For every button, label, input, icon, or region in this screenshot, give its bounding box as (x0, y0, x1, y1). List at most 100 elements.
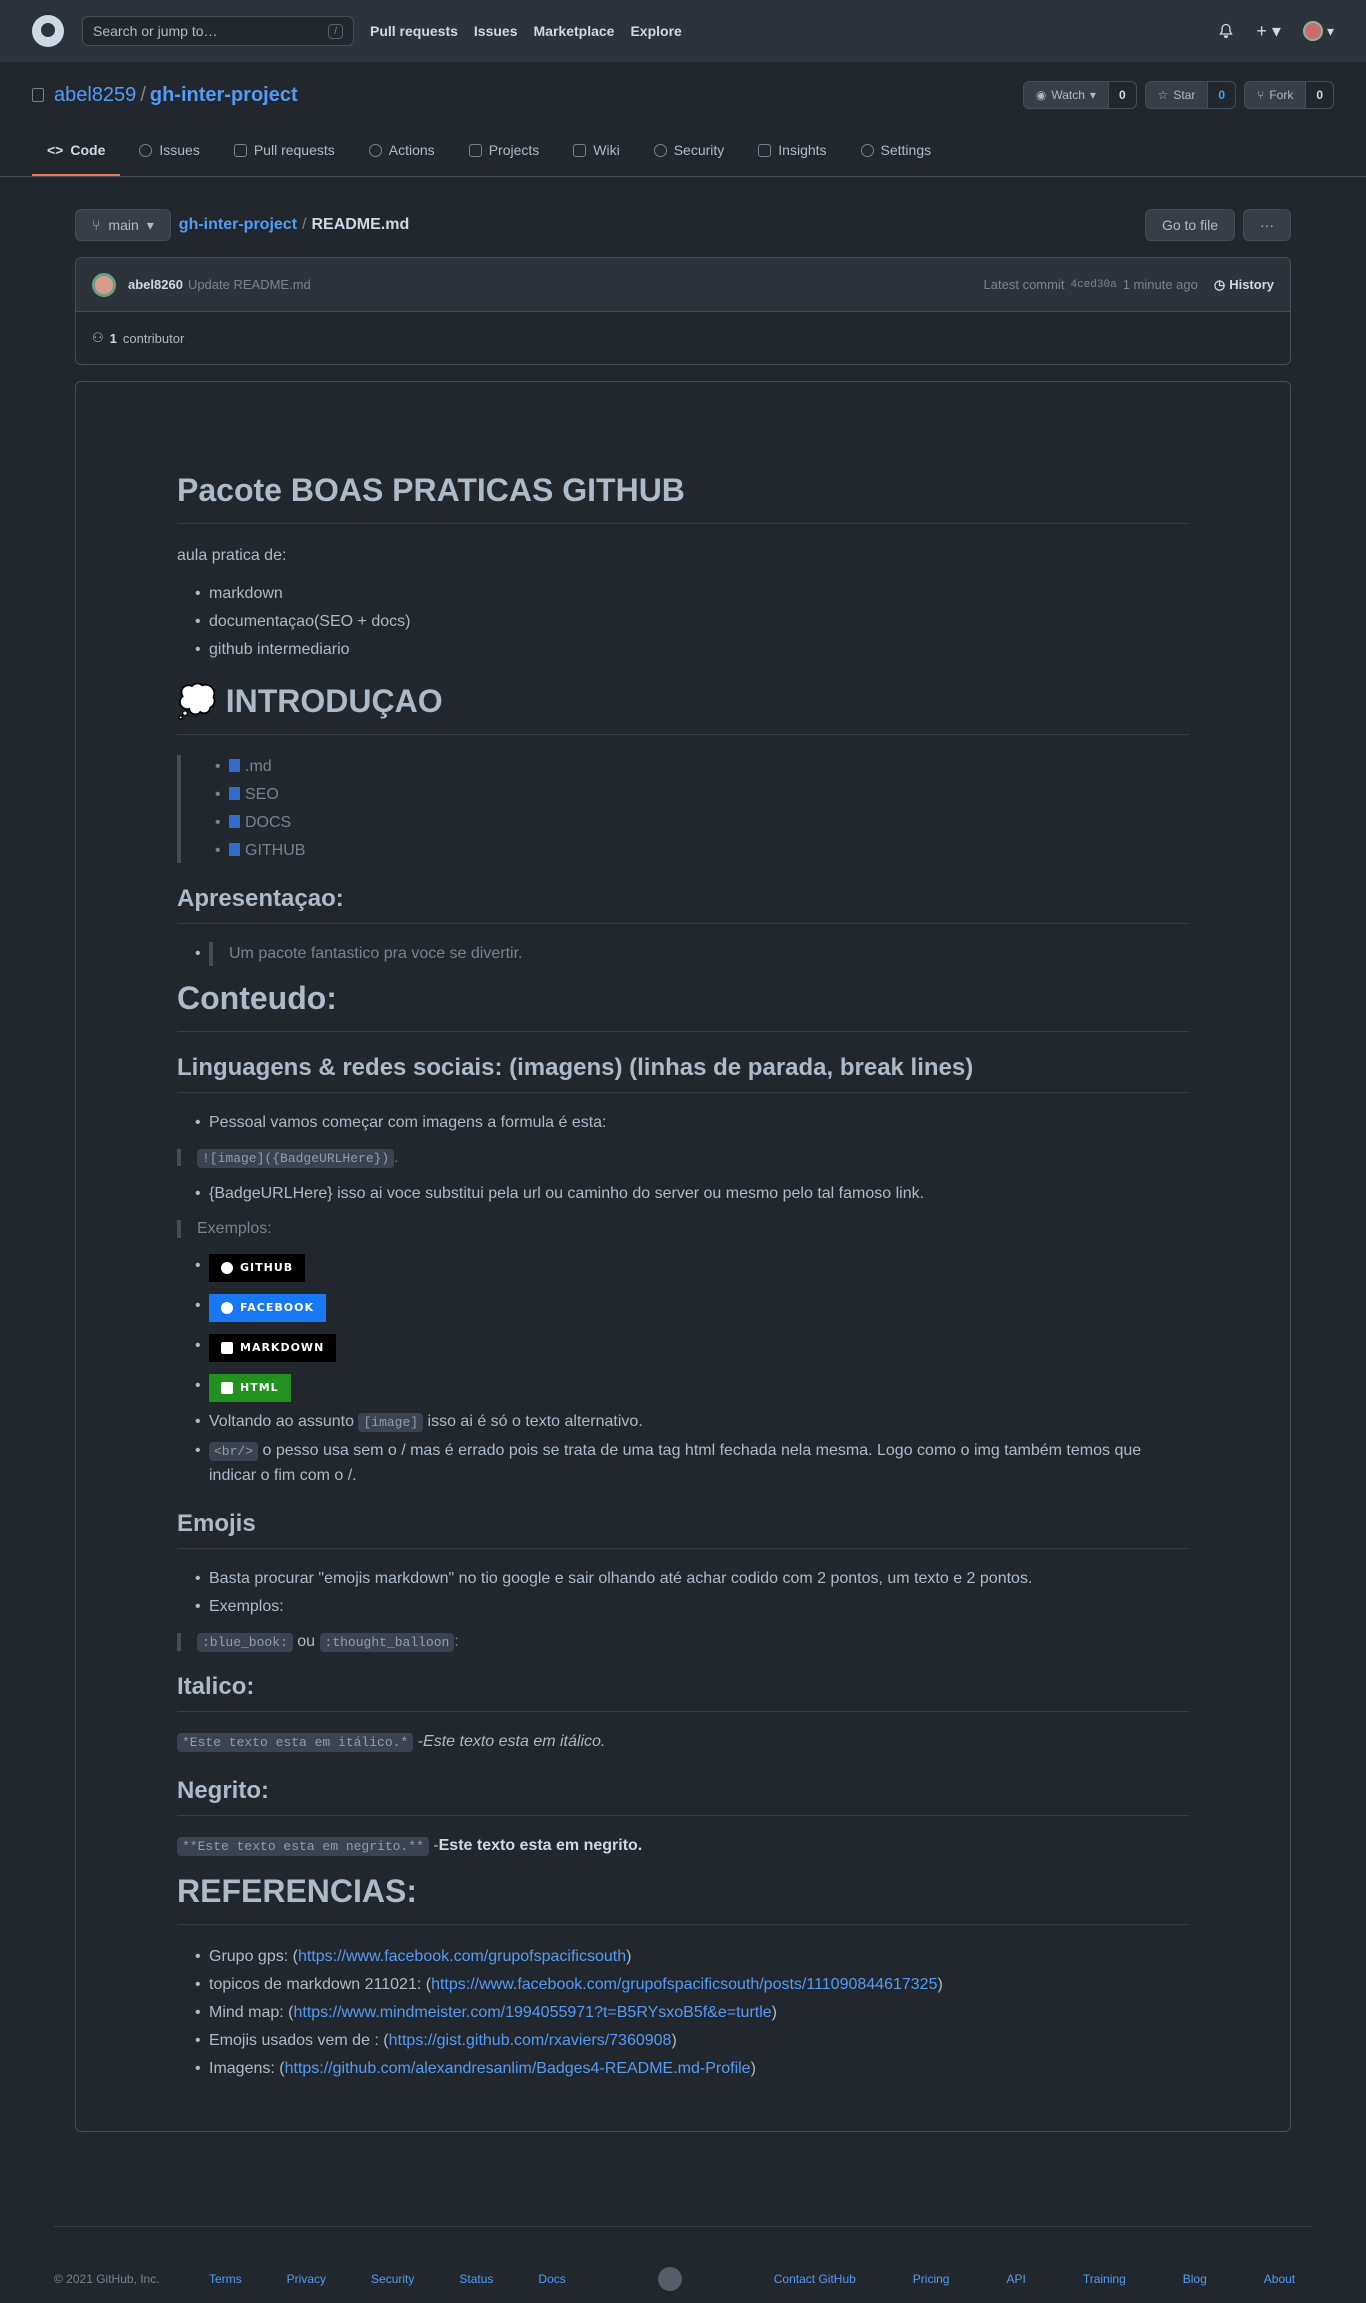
gear-icon (860, 143, 874, 157)
nav-issues[interactable]: Issues (474, 23, 518, 39)
more-options-button[interactable]: ··· (1243, 209, 1291, 241)
nav-pull-requests[interactable]: Pull requests (370, 23, 458, 39)
bell-icon[interactable] (1218, 23, 1234, 39)
commit-sha[interactable]: 4ced30a (1070, 279, 1116, 291)
ref-link[interactable]: https://gist.github.com/rxaviers/7360908 (389, 2032, 672, 2049)
shield-icon (653, 143, 667, 157)
list-item: Emojis usados vem de : (https://gist.git… (195, 2029, 1189, 2053)
list-item: topicos de markdown 211021: (https://www… (195, 1973, 1189, 1997)
markdown-icon (221, 1342, 233, 1354)
go-to-file-button[interactable]: Go to file (1144, 209, 1235, 241)
footer-link[interactable]: Security (371, 2272, 414, 2286)
footer-link[interactable]: API (1006, 2272, 1025, 2286)
ref-link[interactable]: https://github.com/alexandresanlim/Badge… (285, 2060, 751, 2077)
ref-link[interactable]: https://www.facebook.com/grupofspacifics… (298, 1948, 626, 1965)
tab-pull-requests[interactable]: Pull requests (219, 126, 350, 176)
footer-link[interactable]: Terms (209, 2272, 242, 2286)
tab-actions[interactable]: Actions (354, 126, 450, 176)
commit-author[interactable]: abel8260 (128, 277, 183, 292)
breadcrumb-separator: / (302, 216, 307, 233)
text: o pesso usa sem o / mas é errado pois se… (209, 1442, 1142, 1484)
fork-count[interactable]: 0 (1305, 82, 1333, 108)
footer-link[interactable]: Contact GitHub (774, 2272, 856, 2286)
list-item: GITHUB (195, 1254, 1189, 1282)
contributor-count[interactable]: 1 (110, 331, 117, 346)
heading-emojis: Emojis (177, 1510, 1189, 1549)
lang-list-1: Pessoal vamos começar com imagens a form… (177, 1111, 1189, 1135)
tab-security[interactable]: Security (639, 126, 740, 176)
search-input[interactable]: Search or jump to… / (82, 16, 354, 46)
list-item: Um pacote fantastico pra voce se diverti… (195, 942, 1189, 966)
tab-issues[interactable]: Issues (124, 126, 214, 176)
contributor-label[interactable]: contributor (123, 331, 184, 346)
list-item: HTML (195, 1374, 1189, 1402)
branch-name: main (108, 217, 139, 233)
nav-marketplace[interactable]: Marketplace (534, 23, 615, 39)
ref-link[interactable]: https://www.facebook.com/grupofspacifics… (431, 1976, 937, 1993)
star-label: Star (1173, 88, 1196, 102)
badge-label: MARKDOWN (240, 1341, 325, 1354)
tab-wiki[interactable]: Wiki (558, 126, 634, 176)
tab-settings[interactable]: Settings (846, 126, 947, 176)
inline-code: :thought_balloon (319, 1633, 455, 1652)
search-placeholder: Search or jump to… (93, 23, 218, 39)
footer-link[interactable]: Privacy (287, 2272, 326, 2286)
footer-link[interactable]: About (1264, 2272, 1295, 2286)
facebook-badge[interactable]: FACEBOOK (209, 1294, 326, 1322)
exemplos-label: Exemplos: (197, 1220, 272, 1237)
list-item: <br/> o pesso usa sem o / mas é errado p… (195, 1439, 1189, 1488)
html-badge[interactable]: HTML (209, 1374, 291, 1402)
github-logo-icon[interactable] (32, 15, 64, 47)
github-mark-icon[interactable] (657, 2267, 682, 2291)
branch-select-button[interactable]: ⑂ main ▾ (75, 209, 171, 241)
repo-owner-link[interactable]: abel8259 (54, 84, 136, 107)
fork-button[interactable]: ⑂ Fork 0 (1244, 81, 1334, 109)
blue-book-icon (229, 787, 240, 800)
inline-code: ![image]({BadgeURLHere}) (197, 1149, 395, 1168)
user-menu[interactable]: ▾ (1302, 21, 1334, 41)
create-new-plus-icon[interactable]: + ▾ (1256, 21, 1281, 42)
footer-link[interactable]: Blog (1183, 2272, 1207, 2286)
footer-link[interactable]: Docs (538, 2272, 565, 2286)
history-link[interactable]: ◷ History (1214, 277, 1274, 293)
star-count[interactable]: 0 (1207, 82, 1235, 108)
tab-label: Settings (880, 142, 932, 158)
star-button[interactable]: ☆ Star 0 (1144, 81, 1237, 109)
tab-label: Code (70, 142, 106, 158)
tab-projects[interactable]: Projects (454, 126, 555, 176)
blue-book-icon (229, 815, 240, 828)
history-icon: ◷ (1213, 276, 1226, 292)
footer-link[interactable]: Status (459, 2272, 493, 2286)
code-icon: <> (47, 142, 64, 158)
blockquote: ![image]({BadgeURLHere}). (177, 1149, 1189, 1168)
main-content: ⑂ main ▾ gh-inter-project / README.md Go to… (75, 209, 1291, 2132)
tab-insights[interactable]: Insights (743, 126, 841, 176)
github-badge[interactable]: GITHUB (209, 1254, 306, 1282)
text: - (413, 1733, 424, 1750)
graph-icon (758, 143, 772, 157)
github-icon (221, 1262, 233, 1274)
list-item: .md (215, 755, 1189, 779)
ref-link[interactable]: https://www.mindmeister.com/1994055971?t… (293, 2004, 771, 2021)
punctuation: ) (750, 2060, 756, 2077)
repo-name-link[interactable]: gh-inter-project (150, 84, 298, 107)
pull-request-icon (233, 143, 247, 157)
watch-count[interactable]: 0 (1107, 82, 1136, 108)
breadcrumb-repo-link[interactable]: gh-inter-project (179, 216, 297, 233)
list-item: Mind map: (https://www.mindmeister.com/1… (195, 2001, 1189, 2025)
star-icon: ☆ (1157, 88, 1169, 102)
tab-label: Wiki (593, 142, 620, 158)
nav-explore[interactable]: Explore (630, 23, 681, 39)
footer-link[interactable]: Training (1083, 2272, 1126, 2286)
bold-text: Este texto esta em negrito. (438, 1837, 643, 1854)
avatar[interactable] (92, 272, 116, 297)
tab-label: Pull requests (253, 142, 335, 158)
footer-link[interactable]: Pricing (913, 2272, 950, 2286)
heading-apresentacao: Apresentaçao: (177, 885, 1189, 924)
watch-button[interactable]: ◉ Watch ▾ 0 (1022, 81, 1137, 109)
repo-icon (32, 88, 44, 102)
markdown-badge[interactable]: MARKDOWN (209, 1334, 337, 1362)
commit-message[interactable]: Update README.md (188, 277, 311, 292)
punctuation: : (454, 1633, 459, 1650)
tab-code[interactable]: <> Code (32, 126, 121, 176)
